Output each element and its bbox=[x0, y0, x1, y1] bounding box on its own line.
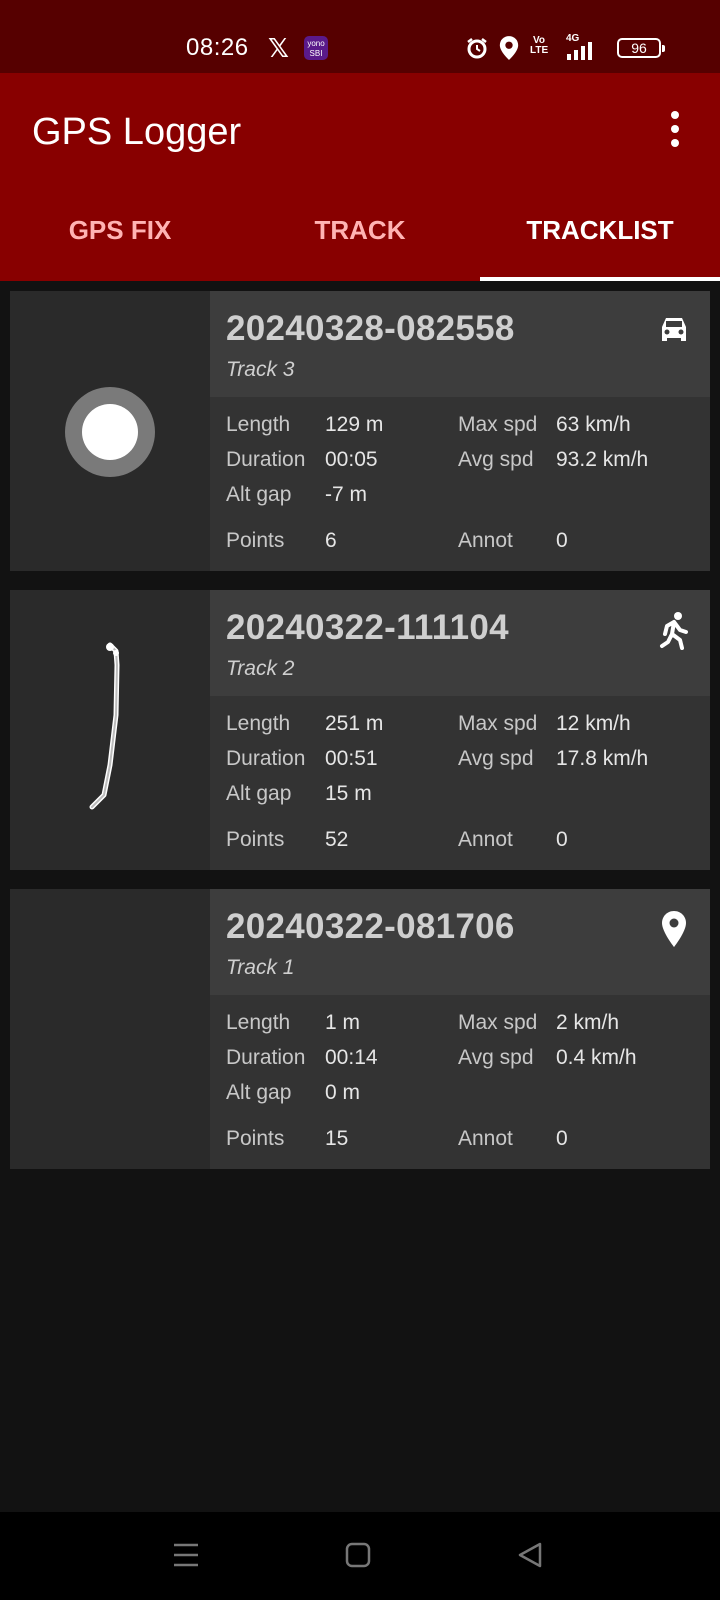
track-header: 20240322-081706 Track 1 bbox=[210, 889, 710, 995]
alt-gap-label: Alt gap bbox=[226, 782, 292, 805]
length-label: Length bbox=[226, 712, 291, 735]
walk-icon bbox=[660, 612, 688, 650]
x-logo-icon: 𝕏 bbox=[268, 33, 289, 63]
track-card[interactable]: 20240328-082558 Track 3 Length 129 m Max… bbox=[10, 291, 710, 571]
alarm-icon bbox=[467, 38, 487, 59]
battery-icon: 96 bbox=[617, 38, 665, 58]
avg-spd-value: 0.4 km/h bbox=[556, 1046, 637, 1069]
max-spd-value: 12 km/h bbox=[556, 712, 631, 735]
track-stats: Length 1 m Max spd 2 km/h Duration 00:14… bbox=[210, 995, 710, 1169]
yono-sbi-icon: yono SBI bbox=[304, 36, 328, 60]
points-label: Points bbox=[226, 529, 285, 552]
points-value: 6 bbox=[325, 529, 337, 552]
place-icon bbox=[662, 911, 686, 947]
volte-icon: Vo LTE bbox=[530, 35, 549, 56]
avg-spd-label: Avg spd bbox=[458, 1046, 534, 1069]
points-label: Points bbox=[226, 828, 285, 851]
track-stats: Length 129 m Max spd 63 km/h Duration 00… bbox=[210, 397, 710, 571]
length-label: Length bbox=[226, 1011, 291, 1034]
tab-bar: GPS FIX TRACK TRACKLIST bbox=[0, 201, 720, 281]
alt-gap-value: 15 m bbox=[325, 782, 372, 805]
duration-label: Duration bbox=[226, 448, 306, 471]
max-spd-label: Max spd bbox=[458, 1011, 538, 1034]
duration-value: 00:05 bbox=[325, 448, 378, 471]
length-value: 129 m bbox=[325, 413, 384, 436]
system-nav-bar bbox=[0, 1512, 720, 1600]
max-spd-label: Max spd bbox=[458, 712, 538, 735]
max-spd-value: 63 km/h bbox=[556, 413, 631, 436]
alt-gap-value: -7 m bbox=[325, 483, 367, 506]
track-id: 20240322-081706 bbox=[226, 907, 515, 946]
track-id: 20240322-111104 bbox=[226, 608, 509, 647]
annot-label: Annot bbox=[458, 529, 513, 552]
max-spd-value: 2 km/h bbox=[556, 1011, 620, 1034]
length-label: Length bbox=[226, 413, 291, 436]
duration-value: 00:14 bbox=[325, 1046, 378, 1069]
avg-spd-value: 93.2 km/h bbox=[556, 448, 649, 471]
track-id: 20240328-082558 bbox=[226, 309, 515, 348]
track-name: Track 2 bbox=[226, 657, 295, 680]
track-name: Track 1 bbox=[226, 956, 295, 979]
points-value: 15 bbox=[325, 1127, 349, 1150]
single-point-icon bbox=[65, 387, 155, 477]
car-icon bbox=[662, 318, 686, 341]
app-title: GPS Logger bbox=[32, 111, 242, 153]
track-name: Track 3 bbox=[226, 358, 295, 381]
annot-value: 0 bbox=[556, 529, 568, 552]
track-card[interactable]: 20240322-111104 Track 2 Length 251 m Max… bbox=[10, 590, 710, 870]
status-time: 08:26 bbox=[186, 34, 249, 61]
more-vert-icon[interactable] bbox=[660, 111, 690, 151]
points-label: Points bbox=[226, 1127, 285, 1150]
annot-value: 0 bbox=[556, 1127, 568, 1150]
tab-track[interactable]: TRACK bbox=[240, 201, 480, 281]
signal-icon bbox=[567, 42, 592, 60]
track-header: 20240322-111104 Track 2 bbox=[210, 590, 710, 696]
length-value: 1 m bbox=[325, 1011, 361, 1034]
track-thumbnail bbox=[10, 590, 210, 870]
duration-label: Duration bbox=[226, 747, 306, 770]
annot-label: Annot bbox=[458, 828, 513, 851]
track-path-icon bbox=[89, 642, 120, 810]
annot-label: Annot bbox=[458, 1127, 513, 1150]
alt-gap-label: Alt gap bbox=[226, 1081, 292, 1104]
alt-gap-label: Alt gap bbox=[226, 483, 292, 506]
location-icon bbox=[499, 36, 519, 60]
annot-value: 0 bbox=[556, 828, 568, 851]
tab-tracklist[interactable]: TRACKLIST bbox=[480, 201, 720, 281]
max-spd-label: Max spd bbox=[458, 413, 538, 436]
track-list: 20240328-082558 Track 3 Length 129 m Max… bbox=[10, 291, 710, 1188]
duration-value: 00:51 bbox=[325, 747, 378, 770]
tab-gps-fix[interactable]: GPS FIX bbox=[0, 201, 240, 281]
track-thumbnail bbox=[10, 889, 210, 1169]
duration-label: Duration bbox=[226, 1046, 306, 1069]
avg-spd-label: Avg spd bbox=[458, 747, 534, 770]
track-card[interactable]: 20240322-081706 Track 1 Length 1 m Max s… bbox=[10, 889, 710, 1169]
avg-spd-value: 17.8 km/h bbox=[556, 747, 649, 770]
track-stats: Length 251 m Max spd 12 km/h Duration 00… bbox=[210, 696, 710, 870]
avg-spd-label: Avg spd bbox=[458, 448, 534, 471]
status-bar: 08:26 𝕏 yono SBI Vo LTE 4G 96 bbox=[0, 0, 720, 73]
back-nav-icon[interactable] bbox=[516, 1541, 544, 1569]
home-nav-icon[interactable] bbox=[344, 1541, 372, 1569]
points-value: 52 bbox=[325, 828, 349, 851]
track-header: 20240328-082558 Track 3 bbox=[210, 291, 710, 397]
alt-gap-value: 0 m bbox=[325, 1081, 361, 1104]
menu-nav-icon[interactable] bbox=[172, 1541, 200, 1569]
track-thumbnail bbox=[10, 291, 210, 571]
app-bar: GPS Logger GPS FIX TRACK TRACKLIST bbox=[0, 73, 720, 281]
length-value: 251 m bbox=[325, 712, 384, 735]
